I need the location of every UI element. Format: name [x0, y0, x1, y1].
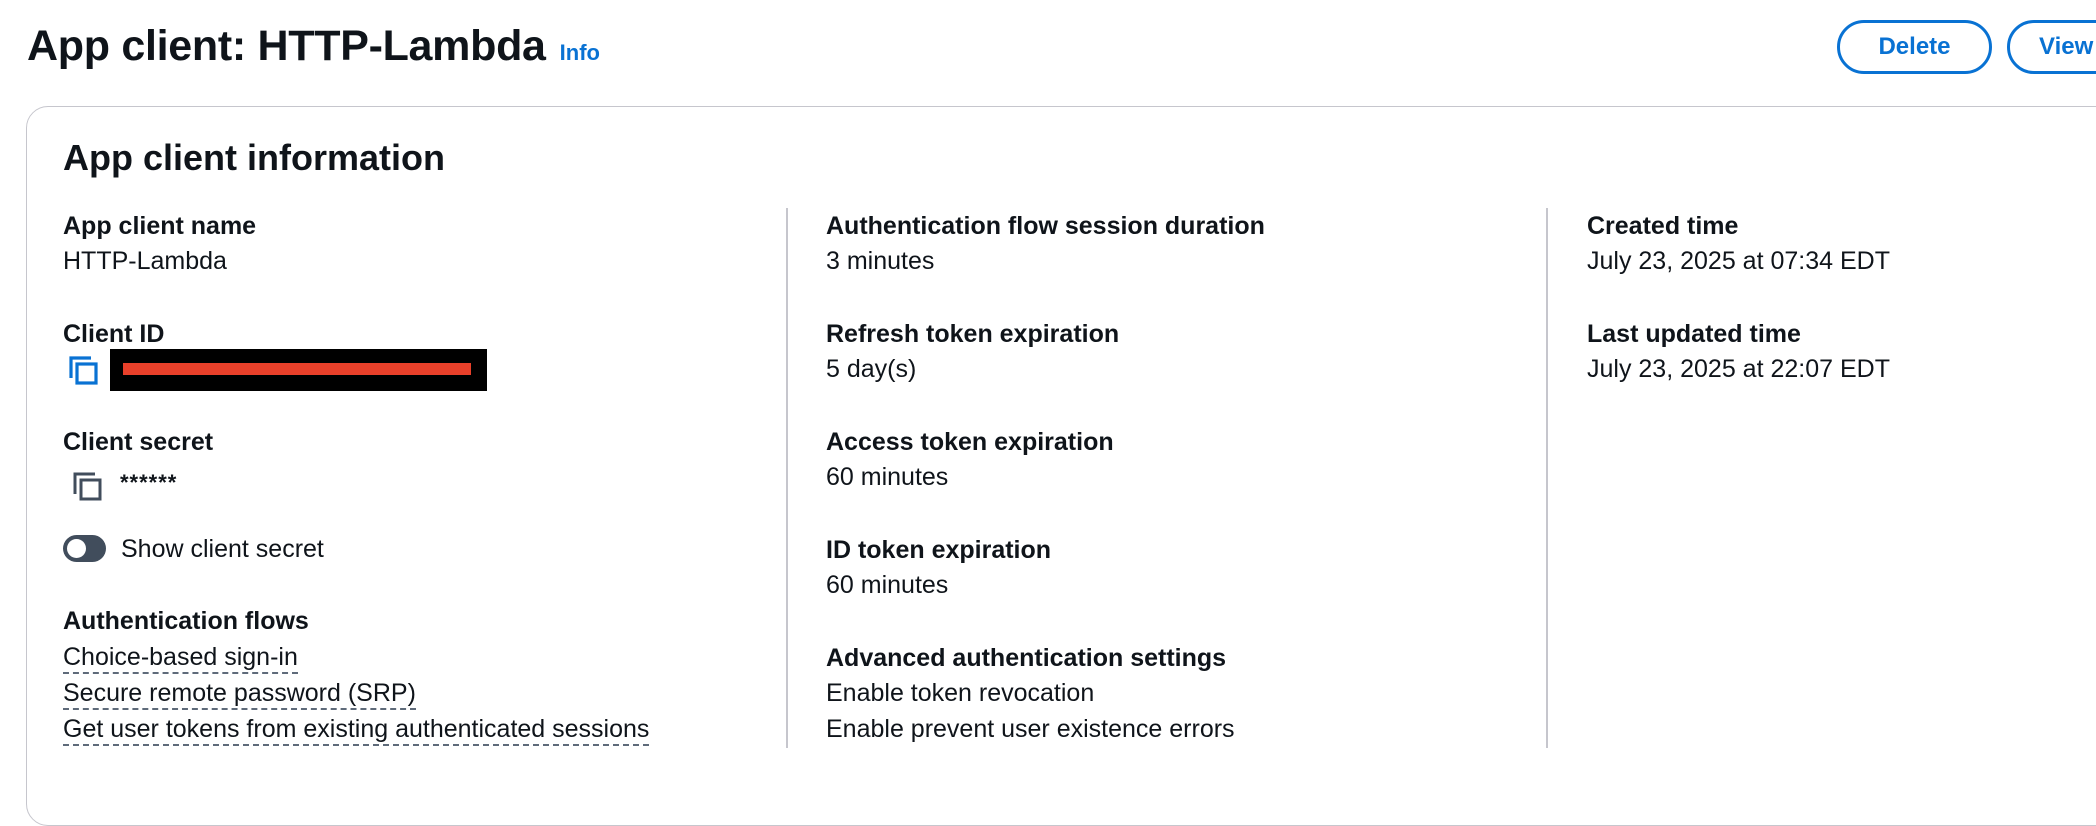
refresh-token-value: 5 day(s): [826, 355, 917, 383]
card-title: App client information: [63, 137, 445, 178]
info-link[interactable]: Info: [560, 40, 600, 66]
toggle-knob: [67, 539, 86, 558]
view-button[interactable]: View: [2007, 20, 2096, 74]
id-token-value: 60 minutes: [826, 571, 949, 599]
copy-icon[interactable]: [68, 355, 100, 392]
created-time-field: Created time July 23, 2025 at 07:34 EDT: [1587, 209, 1890, 279]
show-client-secret-label: Show client secret: [121, 535, 324, 563]
auth-flow-item[interactable]: Secure remote password (SRP): [63, 678, 416, 710]
last-updated-value: July 23, 2025 at 22:07 EDT: [1587, 355, 1890, 383]
delete-button[interactable]: Delete: [1837, 20, 1992, 74]
copy-icon[interactable]: [72, 471, 104, 508]
advanced-setting-item: Enable prevent user existence errors: [826, 715, 1235, 743]
id-token-field: ID token expiration 60 minutes: [826, 533, 1051, 603]
auth-flows-field: Authentication flows: [63, 604, 309, 638]
page-title: App client: HTTP-Lambda: [27, 22, 546, 70]
auth-flows-label: Authentication flows: [63, 607, 309, 635]
advanced-settings-label: Advanced authentication settings: [826, 644, 1227, 672]
column-divider: [1546, 208, 1548, 748]
last-updated-field: Last updated time July 23, 2025 at 22:07…: [1587, 317, 1890, 387]
id-token-label: ID token expiration: [826, 536, 1052, 564]
access-token-label: Access token expiration: [826, 428, 1114, 456]
redaction-bar: [123, 363, 471, 375]
app-client-name-label: App client name: [63, 212, 257, 240]
client-id-label: Client ID: [63, 320, 165, 348]
client-secret-field: Client secret: [63, 425, 213, 459]
access-token-value: 60 minutes: [826, 463, 949, 491]
client-id-field: Client ID: [63, 317, 164, 351]
client-secret-label: Client secret: [63, 428, 214, 456]
created-time-value: July 23, 2025 at 07:34 EDT: [1587, 247, 1890, 275]
column-divider: [786, 208, 788, 748]
access-token-field: Access token expiration 60 minutes: [826, 425, 1114, 495]
last-updated-label: Last updated time: [1587, 320, 1801, 348]
app-client-name-value: HTTP-Lambda: [63, 247, 227, 275]
auth-flows-list: Choice-based sign-in Secure remote passw…: [63, 642, 650, 750]
auth-flow-item[interactable]: Choice-based sign-in: [63, 642, 298, 674]
app-client-name-field: App client name HTTP-Lambda: [63, 209, 256, 279]
show-client-secret-toggle[interactable]: [63, 535, 106, 562]
client-id-redacted: [110, 349, 487, 391]
advanced-settings-field: Advanced authentication settings Enable …: [826, 641, 1235, 747]
page-header: App client: HTTP-Lambda Info: [27, 22, 600, 71]
created-time-label: Created time: [1587, 212, 1739, 240]
refresh-token-label: Refresh token expiration: [826, 320, 1120, 348]
refresh-token-field: Refresh token expiration 5 day(s): [826, 317, 1119, 387]
auth-flow-item[interactable]: Get user tokens from existing authentica…: [63, 714, 650, 746]
session-duration-value: 3 minutes: [826, 247, 935, 275]
advanced-setting-item: Enable token revocation: [826, 679, 1095, 707]
session-duration-label: Authentication flow session duration: [826, 212, 1265, 240]
session-duration-field: Authentication flow session duration 3 m…: [826, 209, 1265, 279]
client-secret-value: ******: [120, 470, 178, 495]
